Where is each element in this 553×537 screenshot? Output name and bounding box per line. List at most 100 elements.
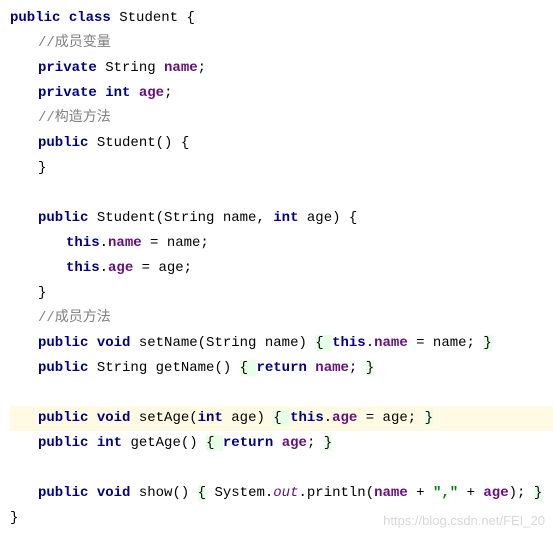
highlight: { (198, 485, 206, 501)
highlight: } (324, 435, 332, 451)
keyword-public: public (38, 335, 88, 351)
code-line: //成员变量 (10, 31, 553, 56)
code-line: public void show() { System.out.println(… (10, 481, 553, 506)
highlight: } (534, 485, 542, 501)
keyword-public: public (38, 410, 88, 426)
brace: } (38, 285, 46, 301)
plus: + (458, 485, 483, 501)
text: = name; (408, 335, 484, 351)
code-line-blank (10, 456, 553, 481)
code-line: } (10, 156, 553, 181)
text: = age; (357, 410, 424, 426)
text: age) { (298, 210, 357, 226)
code-line: } (10, 281, 553, 306)
semicolon: ; (164, 85, 172, 101)
keyword-void: void (97, 335, 131, 351)
keyword-private: private (38, 60, 97, 76)
constructor: Student() { (97, 135, 189, 151)
keyword-this: this (66, 260, 100, 276)
code-line-blank (10, 181, 553, 206)
field-name: name (164, 60, 198, 76)
keyword-this: this (66, 235, 100, 251)
text: .println( (299, 485, 375, 501)
keyword-return: return (223, 435, 273, 451)
highlight: { (273, 410, 290, 426)
code-line: public String getName() { return name; } (10, 356, 553, 381)
keyword-int: int (105, 85, 130, 101)
keyword-void: void (97, 485, 131, 501)
code-line: public Student() { (10, 131, 553, 156)
keyword-int: int (198, 410, 223, 426)
code-line: //成员方法 (10, 306, 553, 331)
keyword-this: this (332, 335, 366, 351)
code-line: private String name; (10, 56, 553, 81)
semicolon: ; (198, 60, 206, 76)
keyword-public: public (38, 135, 88, 151)
highlight: { (206, 435, 223, 451)
highlight: } (366, 360, 374, 376)
field-name: name (108, 235, 142, 251)
keyword-public: public (38, 485, 88, 501)
highlight: } (425, 410, 433, 426)
text: age) (223, 410, 273, 426)
method-setage: setAge( (139, 410, 198, 426)
method-getname: String getName() (97, 360, 240, 376)
text: ; (349, 360, 366, 376)
text: = age; (133, 260, 192, 276)
static-out: out (273, 485, 298, 501)
code-line: public class Student { (10, 6, 553, 31)
code-line: this.age = age; (10, 256, 553, 281)
code-block: public class Student { //成员变量 private St… (10, 6, 553, 531)
text: = name; (142, 235, 209, 251)
field-age: age (483, 485, 508, 501)
field-name: name (374, 485, 408, 501)
space (273, 435, 281, 451)
code-line: public Student(String name, int age) { (10, 206, 553, 231)
method-show: show() (139, 485, 198, 501)
comment: //成员方法 (38, 310, 111, 326)
keyword-public: public (38, 435, 88, 451)
comment: //构造方法 (38, 110, 111, 126)
constructor-sig: Student(String name, (97, 210, 273, 226)
highlight: { (315, 335, 332, 351)
keyword-int: int (273, 210, 298, 226)
method-getage: getAge() (130, 435, 206, 451)
text: ; (307, 435, 324, 451)
keyword-return: return (256, 360, 306, 376)
keyword-private: private (38, 85, 97, 101)
brace: { (178, 10, 195, 26)
field-name: name (315, 360, 349, 376)
code-line-highlighted: public void setAge(int age) { this.age =… (10, 406, 553, 431)
field-age: age (139, 85, 164, 101)
keyword-void: void (97, 410, 131, 426)
brace: } (38, 160, 46, 176)
code-line: private int age; (10, 81, 553, 106)
dot: . (324, 410, 332, 426)
text: System. (206, 485, 273, 501)
field-age: age (108, 260, 133, 276)
keyword-int: int (97, 435, 122, 451)
keyword-public: public (10, 10, 60, 26)
keyword-public: public (38, 360, 88, 376)
code-line: public int getAge() { return age; } (10, 431, 553, 456)
class-name: Student (119, 10, 178, 26)
code-line-blank (10, 381, 553, 406)
dot: . (100, 235, 108, 251)
dot: . (366, 335, 374, 351)
highlight: } (483, 335, 491, 351)
code-line: //构造方法 (10, 106, 553, 131)
type: String (105, 60, 164, 76)
code-line: } (10, 506, 553, 531)
field-name: name (374, 335, 408, 351)
keyword-this: this (290, 410, 324, 426)
text: ); (509, 485, 534, 501)
keyword-class: class (69, 10, 111, 26)
field-age: age (332, 410, 357, 426)
code-line: public void setName(String name) { this.… (10, 331, 553, 356)
highlight: { (240, 360, 257, 376)
brace: } (10, 510, 18, 526)
comment: //成员变量 (38, 35, 111, 51)
keyword-public: public (38, 210, 88, 226)
method-setname: setName(String name) (139, 335, 315, 351)
plus: + (408, 485, 433, 501)
